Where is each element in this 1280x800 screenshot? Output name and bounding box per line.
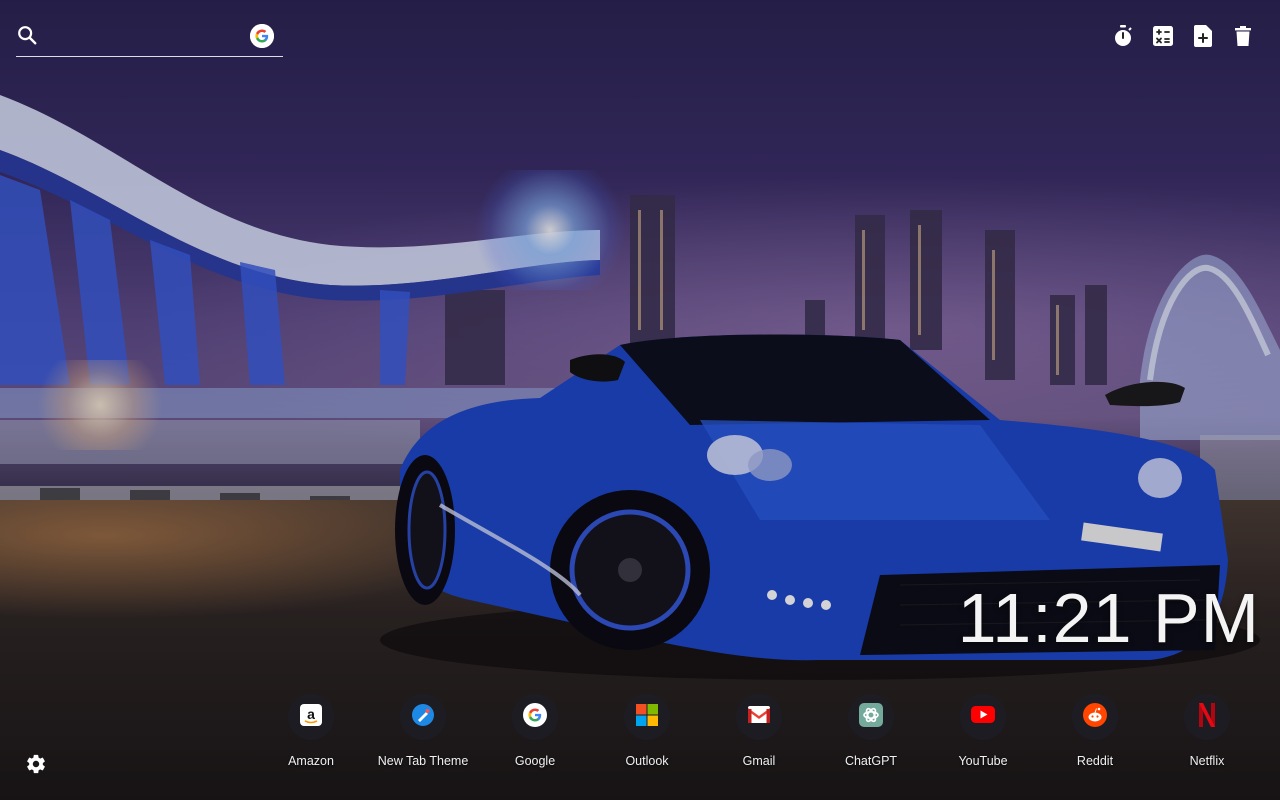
trash-icon[interactable] bbox=[1232, 25, 1254, 47]
search-icon[interactable] bbox=[16, 24, 38, 46]
gmail-icon bbox=[748, 706, 770, 728]
netflix-icon bbox=[1199, 702, 1215, 732]
shortcut-label: Amazon bbox=[288, 754, 334, 768]
search-input[interactable] bbox=[50, 22, 244, 50]
shortcut-icon-bg bbox=[960, 694, 1006, 740]
stopwatch-icon[interactable] bbox=[1112, 25, 1134, 47]
shortcut-icon-bg bbox=[624, 694, 670, 740]
clock-time: 11:21 PM bbox=[957, 579, 1260, 657]
shortcut-icon-bg bbox=[848, 694, 894, 740]
shortcut-new-tab-theme[interactable]: New Tab Theme bbox=[367, 694, 479, 768]
shortcut-icon-bg: a bbox=[288, 694, 334, 740]
shortcut-outlook[interactable]: Outlook bbox=[591, 694, 703, 768]
dim-overlay bbox=[0, 0, 1280, 800]
shortcut-label: YouTube bbox=[958, 754, 1008, 768]
shortcut-reddit[interactable]: Reddit bbox=[1039, 694, 1151, 768]
calculator-icon[interactable] bbox=[1152, 25, 1174, 47]
svg-text:a: a bbox=[307, 706, 315, 722]
wallpaper bbox=[0, 0, 1280, 800]
chatgpt-icon bbox=[859, 702, 883, 732]
outlook-icon bbox=[636, 703, 658, 731]
shortcut-chatgpt[interactable]: ChatGPT bbox=[815, 694, 927, 768]
shortcut-google[interactable]: Google bbox=[479, 694, 591, 768]
shortcut-label: ChatGPT bbox=[844, 754, 898, 768]
youtube-icon bbox=[971, 706, 995, 728]
new-tab-theme-icon bbox=[411, 703, 435, 732]
new-note-icon[interactable] bbox=[1192, 25, 1214, 47]
shortcut-label: Gmail bbox=[742, 754, 776, 768]
google-icon bbox=[523, 702, 547, 732]
gear-icon[interactable] bbox=[25, 753, 47, 775]
shortcut-icon-bg bbox=[1072, 694, 1118, 740]
reddit-icon bbox=[1083, 702, 1107, 732]
shortcut-icon-bg bbox=[1184, 694, 1230, 740]
shortcut-label: Netflix bbox=[1189, 754, 1225, 768]
google-g-icon[interactable] bbox=[250, 24, 274, 48]
shortcut-icon-bg bbox=[512, 694, 558, 740]
shortcut-netflix[interactable]: Netflix bbox=[1151, 694, 1263, 768]
amazon-icon: a bbox=[300, 703, 322, 731]
shortcut-gmail[interactable]: Gmail bbox=[703, 694, 815, 768]
shortcut-icon-bg bbox=[400, 694, 446, 740]
shortcut-youtube[interactable]: YouTube bbox=[927, 694, 1039, 768]
shortcuts-dock: a Amazon New Tab Theme Google Outlook Gm… bbox=[255, 694, 1263, 768]
shortcut-label: New Tab Theme bbox=[377, 754, 469, 768]
shortcut-label: Outlook bbox=[625, 754, 669, 768]
shortcut-icon-bg bbox=[736, 694, 782, 740]
top-toolbar bbox=[1112, 25, 1254, 47]
search-bar bbox=[16, 18, 283, 57]
shortcut-label: Reddit bbox=[1076, 754, 1114, 768]
shortcut-amazon[interactable]: a Amazon bbox=[255, 694, 367, 768]
shortcut-label: Google bbox=[514, 754, 556, 768]
